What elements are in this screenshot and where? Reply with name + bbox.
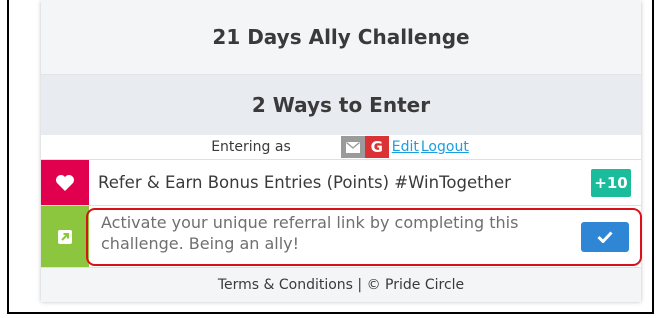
entry-text: Activate your unique referral link by co… (101, 213, 519, 253)
challenge-title: 21 Days Ally Challenge (41, 0, 641, 75)
entry-row-refer[interactable]: Refer & Earn Bonus Entries (Points) #Win… (41, 159, 641, 205)
edit-link[interactable]: Edit (392, 139, 419, 155)
ways-to-enter-heading: 2 Ways to Enter (41, 75, 641, 135)
entry-text: Refer & Earn Bonus Entries (Points) #Win… (98, 173, 511, 192)
google-icon[interactable]: G (364, 136, 389, 158)
points-badge: +10 (591, 168, 631, 197)
complete-check-button[interactable] (581, 221, 629, 252)
external-link-icon (41, 206, 89, 267)
entering-as-label: Entering as (211, 139, 291, 155)
email-icon[interactable] (340, 136, 365, 158)
heart-icon (41, 160, 89, 205)
entry-row-activate[interactable]: Activate your unique referral link by co… (41, 205, 641, 267)
logout-link[interactable]: Logout (421, 139, 469, 155)
google-letter: G (370, 138, 383, 156)
entering-as-bar: Entering as G Edit Logout (41, 135, 641, 159)
footer-terms[interactable]: Terms & Conditions | © Pride Circle (41, 267, 641, 302)
check-icon (597, 230, 613, 243)
giveaway-widget: 21 Days Ally Challenge 2 Ways to Enter E… (41, 0, 641, 302)
